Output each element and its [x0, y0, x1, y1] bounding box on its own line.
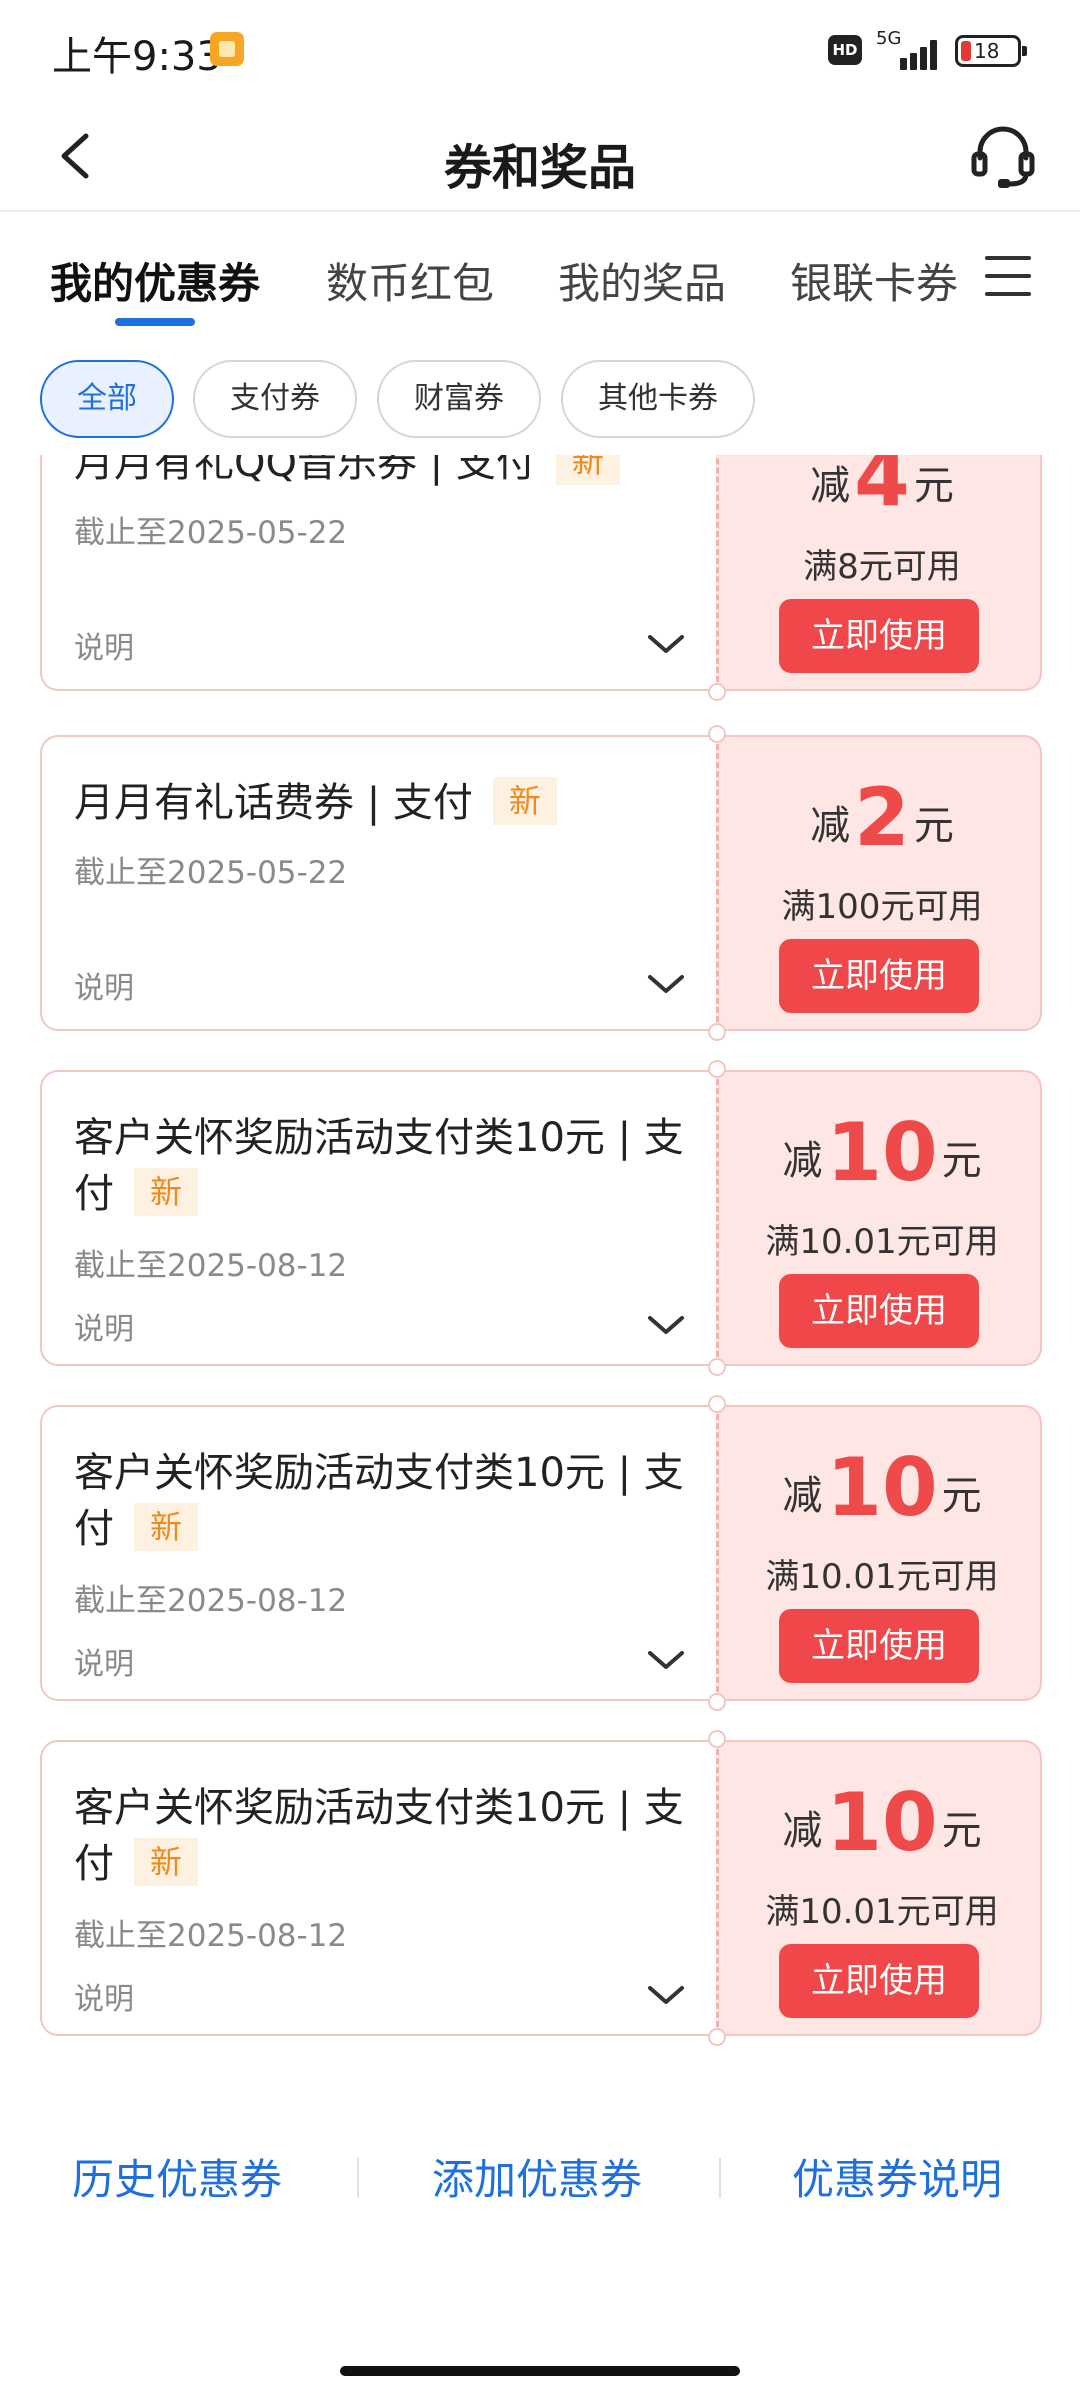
coupon-title: 月月有礼QQ音乐券 | 支付新 [74, 455, 684, 491]
coupon-value-panel: 减10 元 满10.01元可用 立即使用 [716, 1070, 1042, 1366]
coupon-info[interactable]: 客户关怀奖励活动支付类10元 | 支付新 截止至2025-08-12 说明 [40, 1405, 716, 1701]
tab-my-prizes[interactable]: 我的奖品 [558, 250, 726, 311]
headset-icon [971, 126, 1035, 188]
chip-wealth[interactable]: 财富券 [377, 360, 541, 438]
menu-icon[interactable] [985, 254, 1037, 300]
coupon-list: 月月有礼QQ音乐券 | 支付新 截止至2025-05-22 说明 减4 元 满8元… [0, 455, 1080, 2095]
coupon-notch [708, 1023, 726, 1041]
coupon-deadline: 截止至2025-05-22 [74, 515, 348, 551]
coupon-condition: 满100元可用 [781, 887, 983, 927]
coupon-value-panel: 减10 元 满10.01元可用 立即使用 [716, 1740, 1042, 2036]
battery-icon: 18 [955, 35, 1027, 67]
coupon-card: 客户关怀奖励活动支付类10元 | 支付新 截止至2025-08-12 说明 减1… [40, 1730, 1042, 2046]
coupon-title: 月月有礼话费券 | 支付新 [74, 775, 684, 831]
divider [357, 2158, 359, 2198]
coupon-condition: 满10.01元可用 [765, 1222, 999, 1262]
use-now-button[interactable]: 立即使用 [779, 1944, 979, 2018]
coupon-description-label: 说明 [74, 631, 134, 666]
home-indicator[interactable] [340, 2366, 740, 2376]
coupon-notch [708, 1358, 726, 1376]
page-title: 券和奖品 [443, 140, 636, 196]
tab-my-coupons[interactable]: 我的优惠券 [50, 250, 260, 311]
coupon-notch [708, 1060, 726, 1078]
coupon-info[interactable]: 客户关怀奖励活动支付类10元 | 支付新 截止至2025-08-12 说明 [40, 1740, 716, 2036]
screen: 上午9:33 HD 5G 18 券和奖品 我的优惠券 数币红包 我的奖品 银联卡… [0, 0, 1080, 2400]
new-badge: 新 [555, 455, 620, 485]
coupon-explanation-link[interactable]: 优惠券说明 [792, 2146, 1002, 2207]
coupon-value-panel: 减2 元 满100元可用 立即使用 [716, 735, 1042, 1031]
coupon-deadline: 截止至2025-05-22 [74, 855, 348, 891]
coupon-notch [708, 1693, 726, 1711]
coupon-card: 月月有礼QQ音乐券 | 支付新 截止至2025-05-22 说明 减4 元 满8元… [40, 455, 1042, 701]
coupon-value-panel: 减4 元 满8元可用 立即使用 [716, 455, 1042, 691]
coupon-notch [708, 1730, 726, 1748]
coupon-amount: 减2 元 [810, 771, 954, 864]
coupon-info[interactable]: 月月有礼QQ音乐券 | 支付新 截止至2025-05-22 说明 [40, 455, 716, 691]
status-bar: 上午9:33 HD 5G 18 [0, 0, 1080, 100]
coupon-info[interactable]: 客户关怀奖励活动支付类10元 | 支付新 截止至2025-08-12 说明 [40, 1070, 716, 1366]
coupon-amount: 减4 元 [810, 455, 954, 524]
use-now-button[interactable]: 立即使用 [779, 599, 979, 673]
coupon-title: 客户关怀奖励活动支付类10元 | 支付新 [74, 1785, 684, 1887]
coupon-card: 客户关怀奖励活动支付类10元 | 支付新 截止至2025-08-12 说明 减1… [40, 1060, 1042, 1376]
coupon-notch [708, 1395, 726, 1413]
coupon-deadline: 截止至2025-08-12 [74, 1248, 348, 1284]
tab-digital-red-packet[interactable]: 数币红包 [326, 250, 494, 311]
coupon-value-panel: 减10 元 满10.01元可用 立即使用 [716, 1405, 1042, 1701]
footer-links: 历史优惠券 添加优惠券 优惠券说明 [0, 2140, 1080, 2220]
coupon-description-label: 说明 [74, 971, 134, 1006]
active-tab-indicator [115, 318, 195, 326]
battery-percent: 18 [974, 39, 1000, 63]
coupon-condition: 满10.01元可用 [765, 1557, 999, 1597]
chip-all[interactable]: 全部 [40, 360, 174, 438]
coupon-deadline: 截止至2025-08-12 [74, 1918, 348, 1954]
new-badge: 新 [492, 777, 557, 825]
coupon-condition: 满10.01元可用 [765, 1892, 999, 1932]
new-badge: 新 [134, 1838, 199, 1886]
coupon-amount: 减10 元 [782, 1776, 982, 1869]
history-coupons-link[interactable]: 历史优惠券 [72, 2146, 282, 2207]
coupon-condition: 满8元可用 [803, 547, 961, 587]
coupon-notch [708, 2028, 726, 2046]
coupon-description-label: 说明 [74, 1982, 134, 2017]
tab-bar: 我的优惠券 数币红包 我的奖品 银联卡券 [0, 214, 1080, 334]
coupon-title: 客户关怀奖励活动支付类10元 | 支付新 [74, 1450, 684, 1552]
coupon-notch [708, 725, 726, 743]
coupon-card: 月月有礼话费券 | 支付新 截止至2025-05-22 说明 减2 元 满100元… [40, 725, 1042, 1041]
use-now-button[interactable]: 立即使用 [779, 1609, 979, 1683]
chip-other-vouchers[interactable]: 其他卡券 [561, 360, 755, 438]
chevron-down-icon[interactable] [646, 631, 686, 657]
signal-icon [878, 36, 940, 70]
chevron-down-icon[interactable] [646, 971, 686, 997]
coupon-deadline: 截止至2025-08-12 [74, 1583, 348, 1619]
hd-icon: HD [828, 35, 862, 65]
use-now-button[interactable]: 立即使用 [779, 939, 979, 1013]
coupon-amount: 减10 元 [782, 1441, 982, 1534]
coupon-info[interactable]: 月月有礼话费券 | 支付新 截止至2025-05-22 说明 [40, 735, 716, 1031]
coupon-title: 客户关怀奖励活动支付类10元 | 支付新 [74, 1115, 684, 1217]
use-now-button[interactable]: 立即使用 [779, 1274, 979, 1348]
filter-chips: 全部 支付券 财富券 其他卡券 [0, 360, 1080, 440]
coupon-amount: 减10 元 [782, 1106, 982, 1199]
battery-level [961, 41, 971, 61]
notification-app-icon [210, 32, 244, 66]
chevron-down-icon[interactable] [646, 1647, 686, 1673]
coupon-card: 客户关怀奖励活动支付类10元 | 支付新 截止至2025-08-12 说明 减1… [40, 1395, 1042, 1711]
chevron-down-icon[interactable] [646, 1312, 686, 1338]
chip-payment[interactable]: 支付券 [193, 360, 357, 438]
status-time: 上午9:33 [52, 34, 222, 80]
add-coupon-link[interactable]: 添加优惠券 [432, 2146, 642, 2207]
coupon-description-label: 说明 [74, 1312, 134, 1347]
customer-service-button[interactable] [968, 120, 1038, 192]
tab-unionpay-vouchers[interactable]: 银联卡券 [790, 250, 958, 311]
coupon-description-label: 说明 [74, 1647, 134, 1682]
new-badge: 新 [134, 1503, 199, 1551]
coupon-notch [708, 683, 726, 701]
new-badge: 新 [134, 1168, 199, 1216]
chevron-down-icon[interactable] [646, 1982, 686, 2008]
header: 券和奖品 [0, 100, 1080, 212]
divider [719, 2158, 721, 2198]
